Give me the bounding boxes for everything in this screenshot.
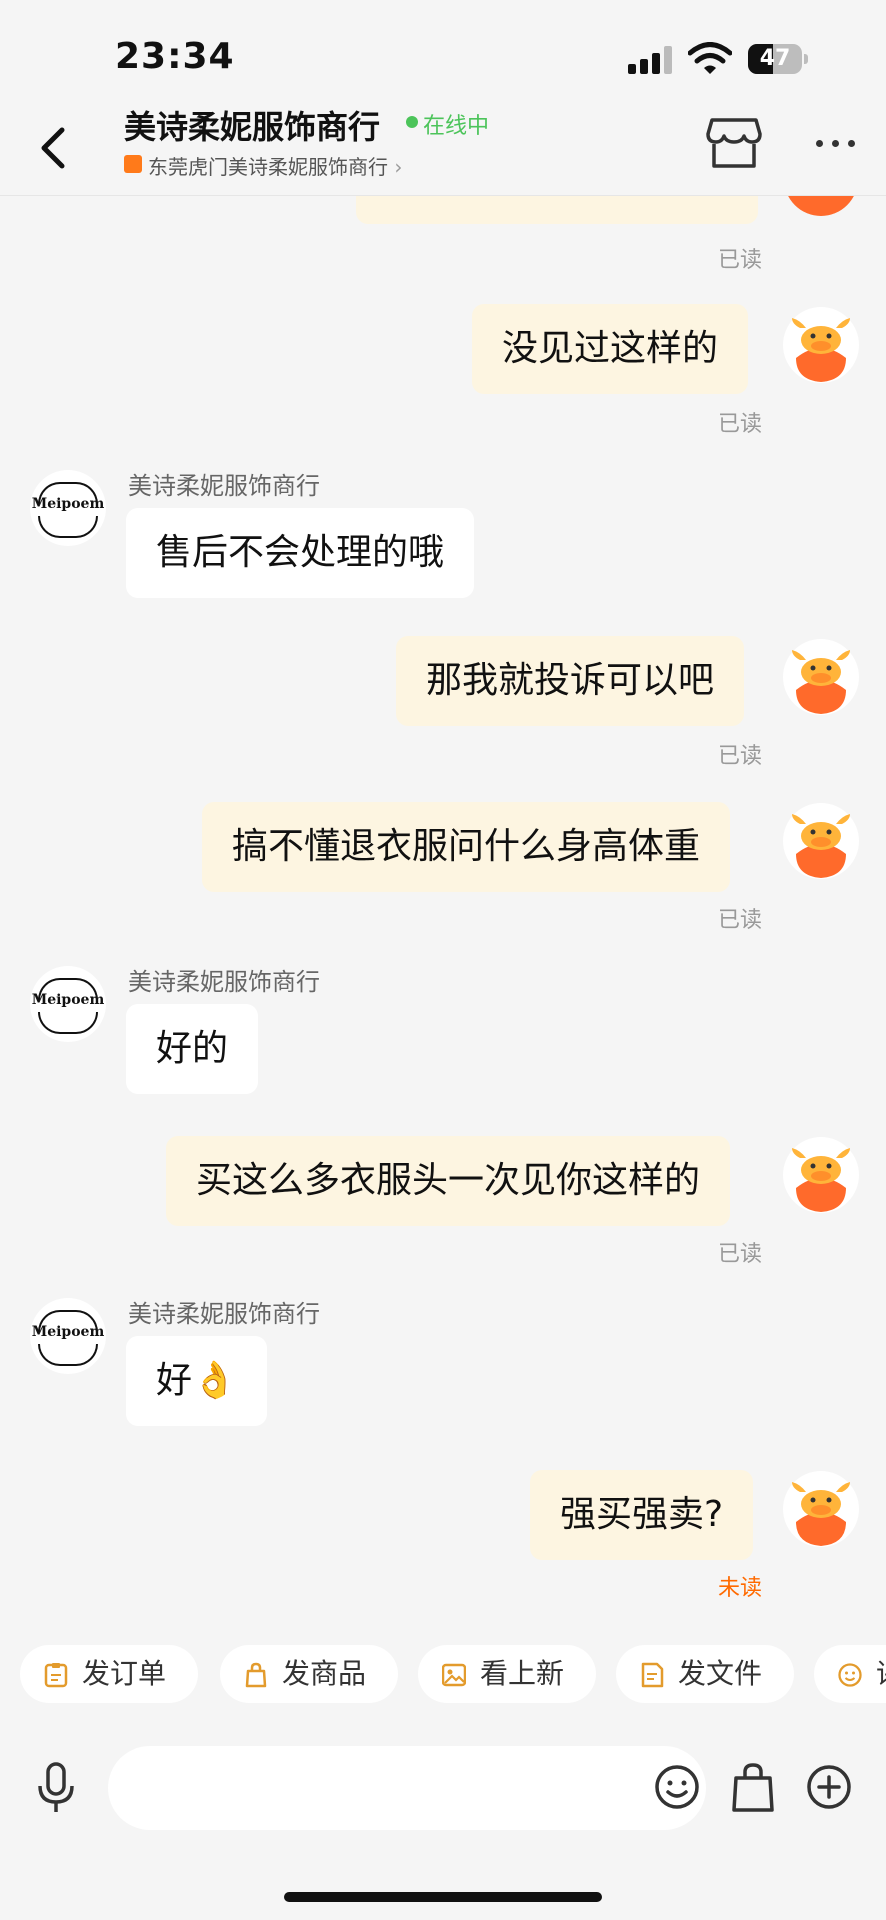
message-bubble-outgoing[interactable]: 没见过这样的 — [472, 304, 749, 394]
microphone-icon[interactable] — [36, 1762, 76, 1814]
home-indicator[interactable] — [284, 1892, 602, 1902]
message-bubble-outgoing[interactable]: 搞不懂退衣服问什么身高体重 — [202, 802, 731, 892]
message-bubble-incoming[interactable]: 好的 — [126, 1004, 259, 1094]
view-new-label: 看上新 — [480, 1657, 565, 1690]
online-status-dot — [406, 116, 418, 128]
message-input[interactable] — [108, 1746, 706, 1830]
send-file-button[interactable]: 发文件 — [616, 1645, 794, 1703]
status-time: 23:34 — [115, 36, 235, 77]
battery-level: 47 — [759, 46, 791, 71]
shop-logo-text: Meipoem — [31, 1324, 105, 1340]
shop-name-title[interactable]: 美诗柔妮服饰商行 — [124, 102, 380, 148]
file-icon — [641, 1662, 664, 1688]
send-order-label: 发订单 — [82, 1657, 167, 1690]
shop-avatar[interactable]: Meipoem — [30, 1298, 106, 1374]
sub-shop-name: 东莞虎门美诗柔妮服饰商行 — [148, 155, 388, 179]
read-status: 已读 — [718, 248, 763, 273]
quick-actions-bar: 发订单 发商品 看上新 发文件 评 — [0, 1645, 886, 1705]
status-bar: 23:34 47 — [0, 0, 886, 108]
send-order-button[interactable]: 发订单 — [20, 1645, 198, 1703]
user-avatar-icon[interactable] — [782, 802, 860, 880]
read-status: 已读 — [718, 908, 763, 933]
message-bubble-outgoing[interactable]: 买这么多衣服头一次见你这样的 — [166, 1136, 731, 1226]
send-product-label: 发商品 — [282, 1657, 367, 1690]
message-bubble-outgoing[interactable]: 强买强卖? — [530, 1470, 754, 1560]
message-bubble-incoming[interactable]: 售后不会处理的哦 — [126, 508, 475, 598]
battery-icon: 47 — [748, 44, 808, 74]
chat-area[interactable]: 我对东坑口动送办吧 已读 没见过这样的 已读 Meipoem 美诗柔妮服饰商行 … — [0, 134, 886, 1640]
store-icon[interactable] — [706, 116, 762, 170]
cellular-signal-icon — [628, 46, 672, 74]
back-arrow-icon[interactable] — [34, 118, 74, 178]
message-bubble-incoming[interactable]: 好👌 — [126, 1336, 267, 1426]
sender-name: 美诗柔妮服饰商行 — [128, 968, 320, 996]
shopping-bag-icon[interactable] — [730, 1762, 776, 1814]
user-avatar-icon[interactable] — [782, 638, 860, 716]
message-bubble-outgoing[interactable]: 那我就投诉可以吧 — [396, 636, 745, 726]
shop-badge-icon — [124, 155, 142, 173]
sender-name: 美诗柔妮服饰商行 — [128, 1300, 320, 1328]
smile-icon — [838, 1663, 862, 1687]
view-new-button[interactable]: 看上新 — [418, 1645, 596, 1703]
review-button[interactable]: 评 — [814, 1645, 886, 1703]
shop-logo-text: Meipoem — [31, 496, 105, 512]
wifi-icon — [688, 42, 732, 74]
sub-shop-link[interactable]: 东莞虎门美诗柔妮服饰商行 › — [148, 151, 402, 180]
image-icon — [442, 1663, 466, 1687]
send-file-label: 发文件 — [678, 1657, 763, 1690]
read-status: 已读 — [718, 744, 763, 769]
order-icon — [44, 1663, 68, 1688]
read-status: 已读 — [718, 412, 763, 437]
plus-icon[interactable] — [806, 1764, 852, 1810]
more-options-icon[interactable] — [814, 138, 858, 150]
sender-name: 美诗柔妮服饰商行 — [128, 472, 320, 500]
shop-avatar[interactable]: Meipoem — [30, 966, 106, 1042]
unread-status: 未读 — [718, 1576, 763, 1601]
send-product-button[interactable]: 发商品 — [220, 1645, 398, 1703]
input-bar — [0, 1740, 886, 1836]
online-status-text: 在线中 — [423, 114, 490, 139]
user-avatar-icon[interactable] — [782, 1136, 860, 1214]
emoji-icon[interactable] — [654, 1764, 700, 1810]
shop-logo-text: Meipoem — [31, 992, 105, 1008]
read-status: 已读 — [718, 1242, 763, 1267]
chevron-right-icon: › — [394, 155, 403, 179]
review-label: 评 — [876, 1645, 886, 1703]
shop-avatar[interactable]: Meipoem — [30, 470, 106, 546]
user-avatar-icon[interactable] — [782, 306, 860, 384]
bag-icon — [245, 1662, 267, 1688]
user-avatar-icon[interactable] — [782, 1470, 860, 1548]
chat-header: 美诗柔妮服饰商行 在线中 东莞虎门美诗柔妮服饰商行 › — [0, 108, 886, 196]
